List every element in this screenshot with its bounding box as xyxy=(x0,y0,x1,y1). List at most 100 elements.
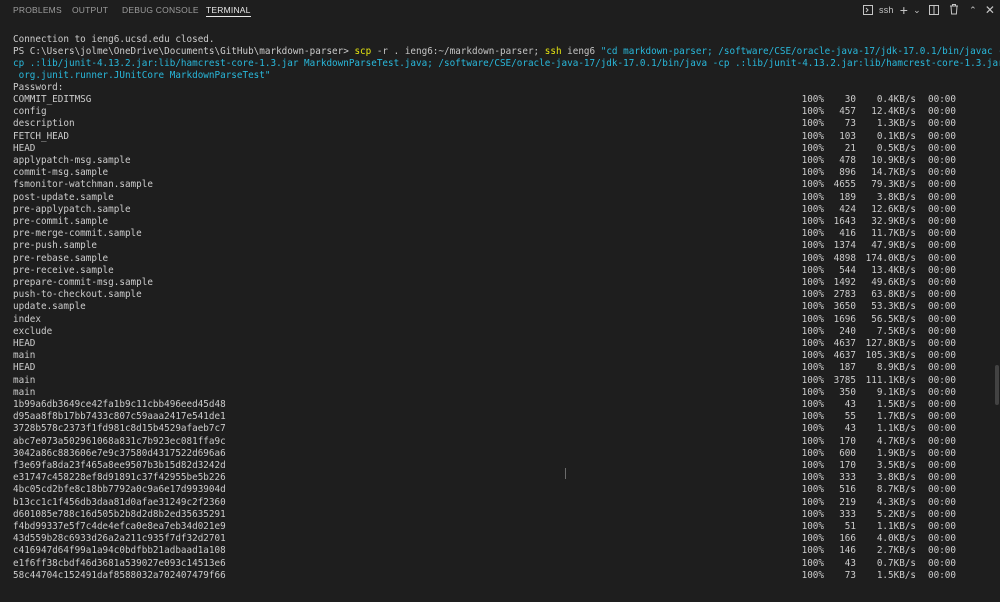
transfer-speed: 13.4KB/s xyxy=(871,264,916,276)
progress-percent: 100% xyxy=(801,472,824,484)
transfer-row: b13cc1c1f456db3daa81d0afae31249c2f2360 10… xyxy=(0,497,1000,509)
terminal-output[interactable]: Connection to ieng6.ucsd.edu closed. PS … xyxy=(0,20,1000,582)
progress-percent: 100% xyxy=(801,545,824,557)
transfer-eta: 00:00 xyxy=(928,508,956,520)
file-name: 58c44704c152491daf8588032a702407479f66 xyxy=(13,569,226,581)
file-size: 146 xyxy=(839,545,856,557)
trash-icon[interactable] xyxy=(948,2,960,18)
file-size: 4637 xyxy=(833,350,856,362)
transfer-row: pre-rebase.sample 100% 4898 174.0KB/s 00:00 xyxy=(0,253,1000,265)
scrollbar[interactable] xyxy=(993,40,1000,602)
file-size: 73 xyxy=(844,118,856,130)
scrollbar-thumb[interactable] xyxy=(995,365,999,405)
transfer-eta: 00:00 xyxy=(928,94,956,105)
file-name: c416947d64f99a1a94c0bdfbb21adbaad1a108 xyxy=(13,545,226,557)
file-size: 478 xyxy=(839,155,856,166)
progress-percent: 100% xyxy=(801,179,824,191)
transfer-eta: 00:00 xyxy=(928,533,956,545)
file-size: 457 xyxy=(839,106,856,118)
transfer-eta: 00:00 xyxy=(928,179,956,191)
progress-percent: 100% xyxy=(801,94,824,105)
transfer-speed: 12.6KB/s xyxy=(871,203,916,215)
progress-percent: 100% xyxy=(801,350,824,362)
file-name: 1b99a6db3649ce42fa1b9c11cbb496eed45d48 xyxy=(13,399,226,410)
close-icon[interactable]: ✕ xyxy=(984,2,996,18)
command-line-continued: cp .:lib/junit-4.13.2.jar:lib/hamcrest-c… xyxy=(13,58,1000,69)
transfer-row: HEAD 100% 187 8.9KB/s 00:00 xyxy=(0,362,1000,374)
transfer-eta: 00:00 xyxy=(928,386,956,398)
file-name: update.sample xyxy=(13,301,86,313)
file-size: 333 xyxy=(839,472,856,484)
transfer-eta: 00:00 xyxy=(928,374,956,386)
transfer-speed: 11.7KB/s xyxy=(871,228,916,240)
tab-output[interactable]: OUTPUT xyxy=(72,5,108,15)
transfer-eta: 00:00 xyxy=(928,216,956,227)
file-name: applypatch-msg.sample xyxy=(13,155,131,166)
transfer-eta: 00:00 xyxy=(928,118,956,130)
tab-terminal[interactable]: TERMINAL xyxy=(206,5,251,17)
progress-percent: 100% xyxy=(801,142,824,154)
file-size: 2783 xyxy=(833,289,856,301)
progress-percent: 100% xyxy=(801,447,824,459)
transfer-row: 58c44704c152491daf8588032a702407479f66 10… xyxy=(0,570,1000,582)
file-name: 4bc05cd2bfe8c18bb7792a0c9a6e17d993904d xyxy=(13,484,226,496)
transfer-row: 3042a86c883606e7e9c37580d4317522d696a6 10… xyxy=(0,448,1000,460)
file-name: e31747c458228ef8d91891c37f42955be5b226 xyxy=(13,472,226,484)
file-name: pre-rebase.sample xyxy=(13,252,109,264)
transfer-eta: 00:00 xyxy=(928,313,956,325)
transfer-speed: 3.8KB/s xyxy=(876,472,916,484)
progress-percent: 100% xyxy=(801,338,824,349)
transfer-speed: 105.3KB/s xyxy=(865,350,916,362)
transfer-speed: 9.1KB/s xyxy=(876,386,916,398)
transfer-row: pre-push.sample 100% 1374 47.9KB/s 00:00 xyxy=(0,240,1000,252)
transfer-eta: 00:00 xyxy=(928,301,956,313)
transfer-speed: 47.9KB/s xyxy=(871,240,916,252)
transfer-eta: 00:00 xyxy=(928,191,956,203)
tab-problems[interactable]: PROBLEMS xyxy=(13,5,62,15)
transfer-eta: 00:00 xyxy=(928,569,956,581)
transfer-speed: 10.9KB/s xyxy=(871,155,916,166)
transfer-eta: 00:00 xyxy=(928,362,956,374)
progress-percent: 100% xyxy=(801,460,824,471)
transfer-speed: 127.8KB/s xyxy=(865,338,916,349)
tab-debug-console[interactable]: DEBUG CONSOLE xyxy=(122,5,199,15)
file-size: 4898 xyxy=(833,252,856,264)
chevron-down-icon[interactable]: ⌄ xyxy=(912,2,922,18)
transfer-row: index 100% 1696 56.5KB/s 00:00 xyxy=(0,314,1000,326)
transfer-speed: 4.3KB/s xyxy=(876,496,916,508)
plus-icon[interactable]: + xyxy=(898,2,910,18)
progress-percent: 100% xyxy=(801,557,824,569)
transfer-speed: 14.7KB/s xyxy=(871,167,916,179)
transfer-speed: 174.0KB/s xyxy=(865,252,916,264)
chevron-up-icon[interactable]: ⌃ xyxy=(968,2,978,18)
transfer-speed: 1.9KB/s xyxy=(876,447,916,459)
file-name: COMMIT_EDITMSG xyxy=(13,94,92,105)
transfer-row: e1f6ff38cbdf46d3681a539027e093c14513e6 10… xyxy=(0,558,1000,570)
split-icon[interactable] xyxy=(928,2,940,18)
file-name: HEAD xyxy=(13,142,36,154)
transfer-row: post-update.sample 100% 189 3.8KB/s 00:00 xyxy=(0,192,1000,204)
transfer-eta: 00:00 xyxy=(928,228,956,240)
transfer-eta: 00:00 xyxy=(928,557,956,569)
transfer-eta: 00:00 xyxy=(928,289,956,301)
file-name: main xyxy=(13,386,36,398)
password-prompt: Password: xyxy=(13,82,64,93)
progress-percent: 100% xyxy=(801,228,824,240)
transfer-speed: 49.6KB/s xyxy=(871,277,916,288)
progress-percent: 100% xyxy=(801,277,824,288)
file-size: 187 xyxy=(839,362,856,374)
panel-tab-bar: PROBLEMS OUTPUT DEBUG CONSOLE TERMINAL s… xyxy=(0,0,1000,20)
file-name: main xyxy=(13,374,36,386)
transfer-row: HEAD 100% 21 0.5KB/s 00:00 xyxy=(0,143,1000,155)
transfer-speed: 8.9KB/s xyxy=(876,362,916,374)
progress-percent: 100% xyxy=(801,216,824,227)
terminal-icon[interactable] xyxy=(862,2,874,18)
transfer-row: applypatch-msg.sample 100% 478 10.9KB/s 00:0… xyxy=(0,155,1000,167)
transfer-eta: 00:00 xyxy=(928,521,956,532)
file-name: pre-applypatch.sample xyxy=(13,203,131,215)
progress-percent: 100% xyxy=(801,313,824,325)
progress-percent: 100% xyxy=(801,521,824,532)
file-name: pre-receive.sample xyxy=(13,264,114,276)
file-size: 1696 xyxy=(833,313,856,325)
file-name: description xyxy=(13,118,75,130)
